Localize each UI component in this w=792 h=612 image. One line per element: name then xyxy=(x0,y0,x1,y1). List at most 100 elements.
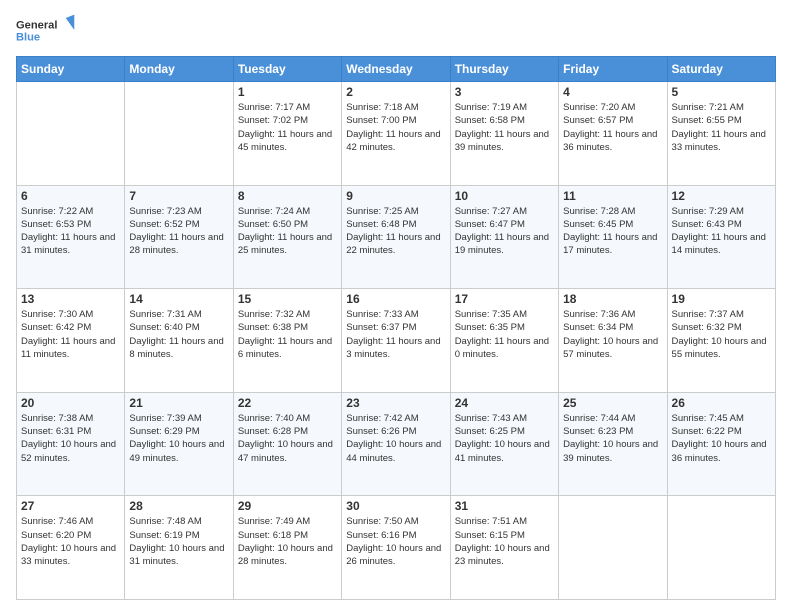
calendar-cell: 14 Sunrise: 7:31 AM Sunset: 6:40 PM Dayli… xyxy=(125,289,233,393)
day-info: Sunrise: 7:18 AM Sunset: 7:00 PM Dayligh… xyxy=(346,101,445,154)
calendar-cell: 5 Sunrise: 7:21 AM Sunset: 6:55 PM Daylig… xyxy=(667,82,775,186)
calendar-cell xyxy=(667,496,775,600)
day-number: 17 xyxy=(455,292,554,306)
calendar-cell: 2 Sunrise: 7:18 AM Sunset: 7:00 PM Daylig… xyxy=(342,82,450,186)
week-row-3: 13 Sunrise: 7:30 AM Sunset: 6:42 PM Dayli… xyxy=(17,289,776,393)
week-row-4: 20 Sunrise: 7:38 AM Sunset: 6:31 PM Dayli… xyxy=(17,392,776,496)
calendar-cell: 11 Sunrise: 7:28 AM Sunset: 6:45 PM Dayli… xyxy=(559,185,667,289)
day-number: 29 xyxy=(238,499,337,513)
calendar-cell: 21Sunrise: 7:39 AM Sunset: 6:29 PM Dayli… xyxy=(125,392,233,496)
day-number: 19 xyxy=(672,292,771,306)
calendar-cell: 26 Sunrise: 7:45 AM Sunset: 6:22 PM Dayli… xyxy=(667,392,775,496)
weekday-header-tuesday: Tuesday xyxy=(233,57,341,82)
day-number: 13 xyxy=(21,292,120,306)
calendar-cell: 24Sunrise: 7:43 AM Sunset: 6:25 PM Dayli… xyxy=(450,392,558,496)
day-info: Sunrise: 7:35 AM Sunset: 6:35 PM Dayligh… xyxy=(455,308,554,361)
day-info: Sunrise: 7:23 AM Sunset: 6:52 PM Dayligh… xyxy=(129,205,228,258)
weekday-header-saturday: Saturday xyxy=(667,57,775,82)
day-info: Sunrise: 7:29 AM Sunset: 6:43 PM Dayligh… xyxy=(672,205,771,258)
day-number: 31 xyxy=(455,499,554,513)
day-info: Sunrise: 7:36 AM Sunset: 6:34 PM Dayligh… xyxy=(563,308,662,361)
week-row-5: 27Sunrise: 7:46 AM Sunset: 6:20 PM Dayli… xyxy=(17,496,776,600)
day-number: 12 xyxy=(672,189,771,203)
calendar-cell: 20 Sunrise: 7:38 AM Sunset: 6:31 PM Dayli… xyxy=(17,392,125,496)
day-info: Sunrise: 7:25 AM Sunset: 6:48 PM Dayligh… xyxy=(346,205,445,258)
calendar-cell: 13 Sunrise: 7:30 AM Sunset: 6:42 PM Dayli… xyxy=(17,289,125,393)
day-info: Sunrise: 7:33 AM Sunset: 6:37 PM Dayligh… xyxy=(346,308,445,361)
day-number: 14 xyxy=(129,292,228,306)
day-info: Sunrise: 7:51 AM Sunset: 6:15 PM Dayligh… xyxy=(455,515,554,568)
logo: General Blue xyxy=(16,12,76,48)
calendar-cell: 27Sunrise: 7:46 AM Sunset: 6:20 PM Dayli… xyxy=(17,496,125,600)
day-info: Sunrise: 7:44 AM Sunset: 6:23 PM Dayligh… xyxy=(563,412,662,465)
calendar-cell: 18 Sunrise: 7:36 AM Sunset: 6:34 PM Dayli… xyxy=(559,289,667,393)
day-info: Sunrise: 7:19 AM Sunset: 6:58 PM Dayligh… xyxy=(455,101,554,154)
day-number: 11 xyxy=(563,189,662,203)
calendar-cell: 8 Sunrise: 7:24 AM Sunset: 6:50 PM Daylig… xyxy=(233,185,341,289)
day-info: Sunrise: 7:21 AM Sunset: 6:55 PM Dayligh… xyxy=(672,101,771,154)
day-number: 5 xyxy=(672,85,771,99)
calendar-cell: 7 Sunrise: 7:23 AM Sunset: 6:52 PM Daylig… xyxy=(125,185,233,289)
day-info: Sunrise: 7:22 AM Sunset: 6:53 PM Dayligh… xyxy=(21,205,120,258)
header: General Blue xyxy=(16,12,776,48)
day-info: Sunrise: 7:37 AM Sunset: 6:32 PM Dayligh… xyxy=(672,308,771,361)
day-number: 26 xyxy=(672,396,771,410)
day-info: Sunrise: 7:48 AM Sunset: 6:19 PM Dayligh… xyxy=(129,515,228,568)
svg-text:Blue: Blue xyxy=(16,31,40,43)
day-number: 6 xyxy=(21,189,120,203)
day-info: Sunrise: 7:30 AM Sunset: 6:42 PM Dayligh… xyxy=(21,308,120,361)
day-number: 1 xyxy=(238,85,337,99)
calendar-cell: 19 Sunrise: 7:37 AM Sunset: 6:32 PM Dayli… xyxy=(667,289,775,393)
day-info: Sunrise: 7:24 AM Sunset: 6:50 PM Dayligh… xyxy=(238,205,337,258)
calendar-cell: 29 Sunrise: 7:49 AM Sunset: 6:18 PM Dayli… xyxy=(233,496,341,600)
day-info: Sunrise: 7:45 AM Sunset: 6:22 PM Dayligh… xyxy=(672,412,771,465)
day-info: Sunrise: 7:40 AM Sunset: 6:28 PM Dayligh… xyxy=(238,412,337,465)
calendar-cell xyxy=(17,82,125,186)
day-info: Sunrise: 7:43 AM Sunset: 6:25 PM Dayligh… xyxy=(455,412,554,465)
calendar-cell: 30 Sunrise: 7:50 AM Sunset: 6:16 PM Dayli… xyxy=(342,496,450,600)
day-info: Sunrise: 7:31 AM Sunset: 6:40 PM Dayligh… xyxy=(129,308,228,361)
calendar-cell xyxy=(125,82,233,186)
weekday-header-friday: Friday xyxy=(559,57,667,82)
day-number: 15 xyxy=(238,292,337,306)
day-info: Sunrise: 7:27 AM Sunset: 6:47 PM Dayligh… xyxy=(455,205,554,258)
day-info: Sunrise: 7:20 AM Sunset: 6:57 PM Dayligh… xyxy=(563,101,662,154)
calendar-cell: 23Sunrise: 7:42 AM Sunset: 6:26 PM Dayli… xyxy=(342,392,450,496)
weekday-header-row: SundayMondayTuesdayWednesdayThursdayFrid… xyxy=(17,57,776,82)
day-number: 18 xyxy=(563,292,662,306)
day-number: 20 xyxy=(21,396,120,410)
day-info: Sunrise: 7:28 AM Sunset: 6:45 PM Dayligh… xyxy=(563,205,662,258)
weekday-header-wednesday: Wednesday xyxy=(342,57,450,82)
day-info: Sunrise: 7:32 AM Sunset: 6:38 PM Dayligh… xyxy=(238,308,337,361)
day-info: Sunrise: 7:39 AM Sunset: 6:29 PM Dayligh… xyxy=(129,412,228,465)
week-row-1: 1Sunrise: 7:17 AM Sunset: 7:02 PM Daylig… xyxy=(17,82,776,186)
day-number: 8 xyxy=(238,189,337,203)
calendar-cell: 3 Sunrise: 7:19 AM Sunset: 6:58 PM Daylig… xyxy=(450,82,558,186)
day-number: 28 xyxy=(129,499,228,513)
day-info: Sunrise: 7:42 AM Sunset: 6:26 PM Dayligh… xyxy=(346,412,445,465)
day-number: 4 xyxy=(563,85,662,99)
day-info: Sunrise: 7:50 AM Sunset: 6:16 PM Dayligh… xyxy=(346,515,445,568)
day-number: 27 xyxy=(21,499,120,513)
calendar-cell: 31 Sunrise: 7:51 AM Sunset: 6:15 PM Dayli… xyxy=(450,496,558,600)
day-number: 2 xyxy=(346,85,445,99)
calendar-cell: 10Sunrise: 7:27 AM Sunset: 6:47 PM Dayli… xyxy=(450,185,558,289)
calendar-cell: 1Sunrise: 7:17 AM Sunset: 7:02 PM Daylig… xyxy=(233,82,341,186)
logo-icon: General Blue xyxy=(16,12,76,48)
calendar-cell: 15 Sunrise: 7:32 AM Sunset: 6:38 PM Dayli… xyxy=(233,289,341,393)
weekday-header-sunday: Sunday xyxy=(17,57,125,82)
day-number: 3 xyxy=(455,85,554,99)
calendar-cell: 25Sunrise: 7:44 AM Sunset: 6:23 PM Dayli… xyxy=(559,392,667,496)
day-number: 30 xyxy=(346,499,445,513)
calendar-cell: 9 Sunrise: 7:25 AM Sunset: 6:48 PM Daylig… xyxy=(342,185,450,289)
day-number: 7 xyxy=(129,189,228,203)
day-number: 9 xyxy=(346,189,445,203)
day-info: Sunrise: 7:49 AM Sunset: 6:18 PM Dayligh… xyxy=(238,515,337,568)
calendar-table: SundayMondayTuesdayWednesdayThursdayFrid… xyxy=(16,56,776,600)
calendar-cell: 22Sunrise: 7:40 AM Sunset: 6:28 PM Dayli… xyxy=(233,392,341,496)
calendar-cell xyxy=(559,496,667,600)
day-info: Sunrise: 7:38 AM Sunset: 6:31 PM Dayligh… xyxy=(21,412,120,465)
week-row-2: 6 Sunrise: 7:22 AM Sunset: 6:53 PM Daylig… xyxy=(17,185,776,289)
calendar-cell: 4 Sunrise: 7:20 AM Sunset: 6:57 PM Daylig… xyxy=(559,82,667,186)
calendar-cell: 17 Sunrise: 7:35 AM Sunset: 6:35 PM Dayli… xyxy=(450,289,558,393)
